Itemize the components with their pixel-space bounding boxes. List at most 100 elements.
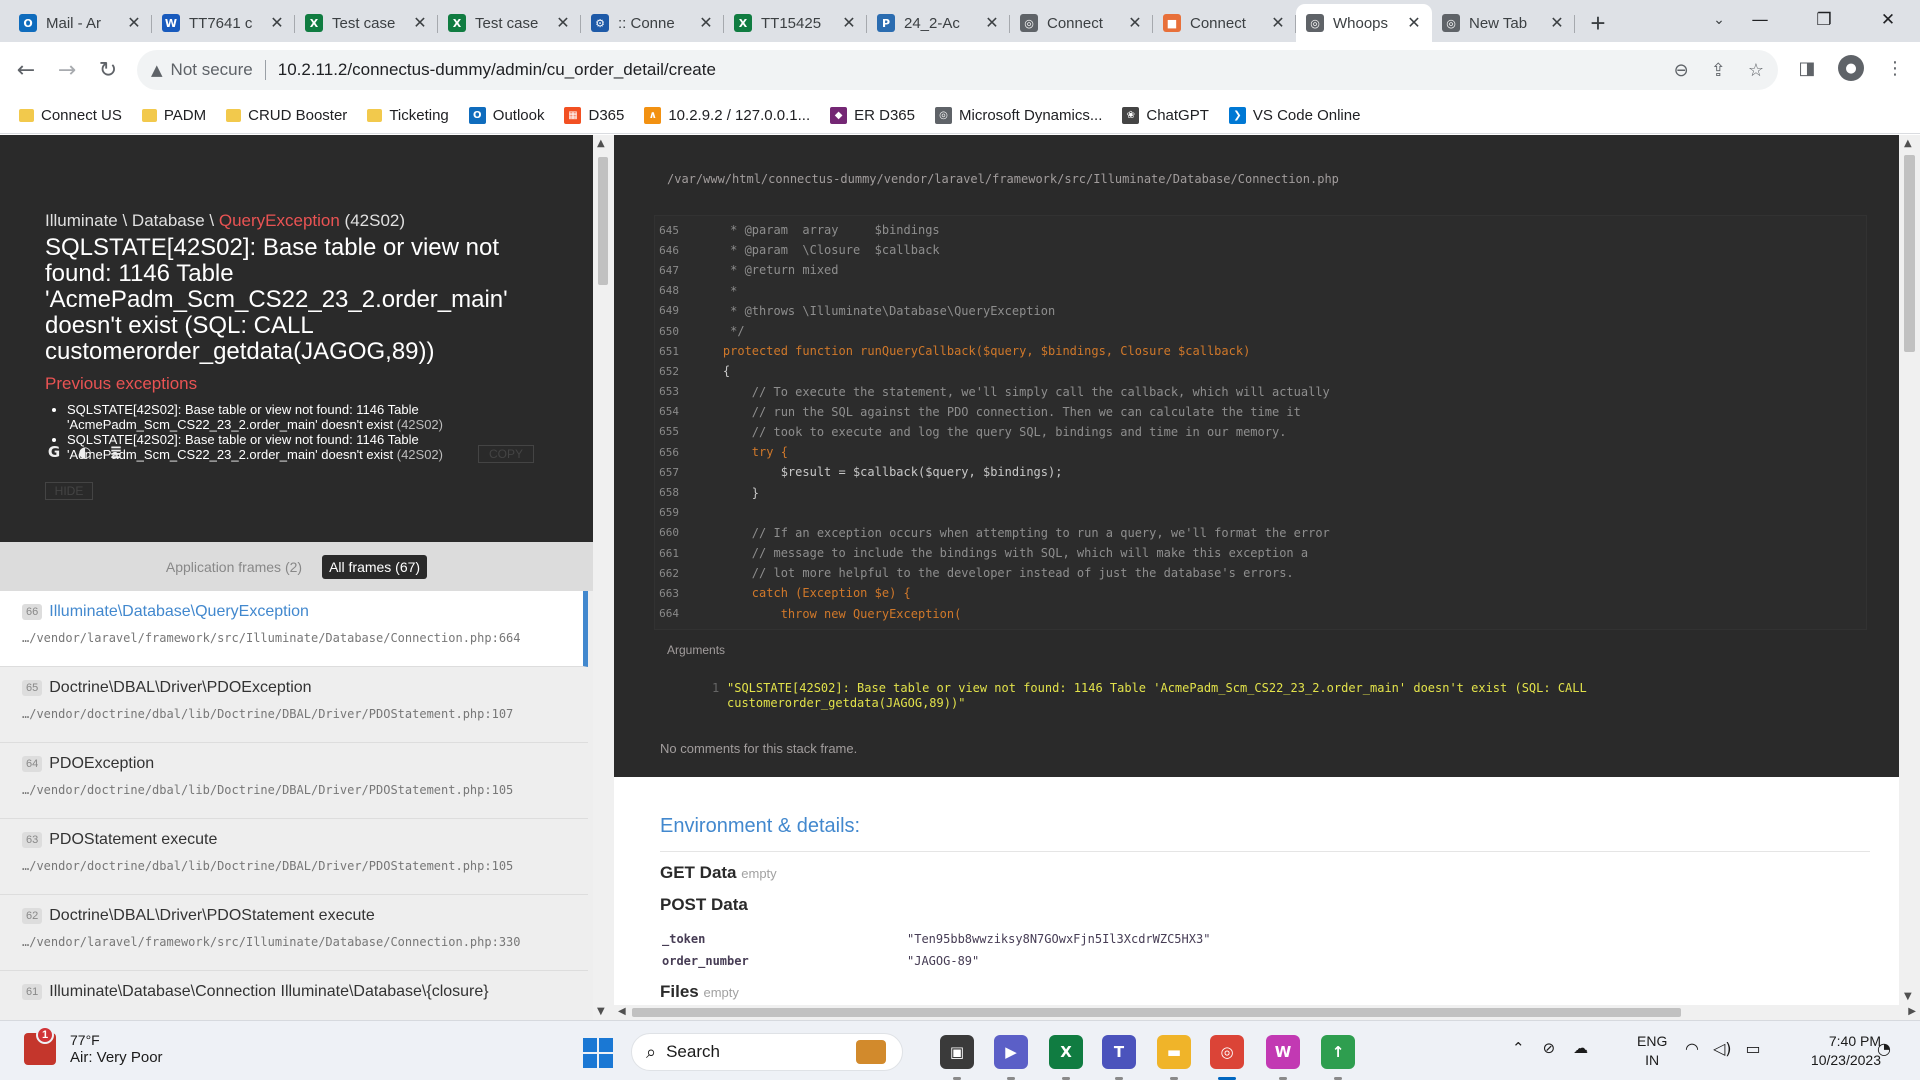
language-indicator[interactable]: ENG IN: [1637, 1032, 1667, 1070]
tab-close-icon[interactable]: ✕: [1549, 13, 1565, 33]
new-tab-button[interactable]: +: [1581, 6, 1615, 40]
scroll-right-icon[interactable]: ▶: [1908, 1006, 1916, 1017]
notification-icon[interactable]: ◔: [1877, 1039, 1891, 1058]
tab-close-icon[interactable]: ✕: [555, 13, 571, 33]
line-number: 652: [659, 364, 679, 378]
tab-close-icon[interactable]: ✕: [1127, 13, 1143, 33]
tab-close-icon[interactable]: ✕: [269, 13, 285, 33]
browser-tab[interactable]: X TT15425 ✕: [724, 4, 867, 42]
bookmark-item[interactable]: ▦ D365: [564, 107, 624, 124]
bookmark-label: VS Code Online: [1252, 107, 1361, 124]
stack-frame[interactable]: 65 Doctrine\DBAL\Driver\PDOException …/ven…: [0, 667, 588, 743]
browser-tab[interactable]: ◎ Connect ✕: [1010, 4, 1153, 42]
close-window-icon[interactable]: ✕: [1856, 0, 1920, 40]
exception-summary: Illuminate \ Database \ QueryException (…: [0, 135, 593, 542]
browser-tab[interactable]: X Test case ✕: [295, 4, 438, 42]
bookmark-item[interactable]: Ticketing: [367, 107, 449, 124]
forward-icon[interactable]: →: [50, 53, 84, 87]
meet-app-icon[interactable]: ▶: [994, 1035, 1028, 1080]
tab-close-icon[interactable]: ✕: [126, 13, 142, 33]
reload-icon[interactable]: ↻: [91, 53, 125, 87]
stack-frame[interactable]: 61 Illuminate\Database\Connection Illumin…: [0, 971, 588, 1020]
search-highlight-icon: [856, 1040, 886, 1064]
file-explorer-app-icon[interactable]: ▬: [1157, 1035, 1191, 1080]
scrollbar-thumb[interactable]: [632, 1008, 1681, 1017]
previous-exception-text: SQLSTATE[42S02]: Base table or view not …: [67, 402, 419, 432]
application-frames-tab[interactable]: Application frames (2): [166, 559, 302, 575]
scrollbar-thumb[interactable]: [1904, 155, 1915, 352]
scroll-down-icon[interactable]: ▼: [597, 1006, 605, 1017]
page-horizontal-scrollbar[interactable]: ◀ ▶: [614, 1005, 1920, 1020]
stack-frame[interactable]: 66 Illuminate\Database\QueryException …/ve…: [0, 591, 588, 667]
frames-scrollbar[interactable]: ▲ ▼: [593, 135, 614, 1020]
stack-frame[interactable]: 63 PDOStatement execute …/vendor/doctrine/…: [0, 819, 588, 895]
duckduckgo-search-icon[interactable]: ◐: [76, 443, 94, 461]
stackoverflow-search-icon[interactable]: ≣: [107, 443, 125, 461]
bookmark-item[interactable]: CRUD Booster: [226, 107, 347, 124]
tray-overflow-icon[interactable]: ⌃: [1512, 1039, 1525, 1057]
tab-close-icon[interactable]: ✕: [1270, 13, 1286, 33]
google-search-icon[interactable]: G: [45, 443, 63, 461]
tab-close-icon[interactable]: ✕: [841, 13, 857, 33]
stack-frame[interactable]: 64 PDOException …/vendor/doctrine/dbal/lib…: [0, 743, 588, 819]
taskbar-search[interactable]: ⌕ Search: [631, 1033, 903, 1071]
tray-network-off-icon[interactable]: ⊘: [1543, 1039, 1556, 1057]
tab-close-icon[interactable]: ✕: [698, 13, 714, 33]
bookmark-item[interactable]: Connect US: [19, 107, 122, 124]
browser-tab[interactable]: ⚙:: Conne ✕: [581, 4, 724, 42]
browser-tab[interactable]: W TT7641 c ✕: [152, 4, 295, 42]
scroll-up-icon[interactable]: ▲: [1904, 138, 1912, 149]
browser-tab[interactable]: X Test case ✕: [438, 4, 581, 42]
page-vertical-scrollbar[interactable]: ▲ ▼: [1899, 135, 1920, 1005]
weather-widget[interactable]: 1 77°F Air: Very Poor: [24, 1025, 163, 1066]
all-frames-tab[interactable]: All frames (67): [322, 554, 428, 579]
browser-tab[interactable]: O Mail - Ar ✕: [9, 4, 152, 42]
share-icon[interactable]: ⇪: [1711, 60, 1726, 81]
chrome-menu-icon[interactable]: ⋮: [1880, 53, 1910, 83]
chrome-app-icon[interactable]: ◎: [1210, 1035, 1244, 1080]
bookmark-item[interactable]: ◎ Microsoft Dynamics...: [935, 107, 1102, 124]
zoom-icon[interactable]: ⊖: [1674, 60, 1689, 81]
browser-tab[interactable]: ◎ New Tab ✕: [1432, 4, 1575, 42]
task-view-app-icon[interactable]: ▣: [940, 1035, 974, 1080]
bookmark-star-icon[interactable]: ☆: [1748, 60, 1764, 81]
pinned-app-icon[interactable]: W: [1266, 1035, 1300, 1080]
store-app-icon[interactable]: ↑: [1321, 1035, 1355, 1080]
bookmark-item[interactable]: O Outlook: [468, 107, 544, 124]
tab-close-icon[interactable]: ✕: [412, 13, 428, 33]
scrollbar-thumb[interactable]: [598, 157, 608, 285]
scroll-left-icon[interactable]: ◀: [618, 1006, 626, 1017]
clock[interactable]: 7:40 PM 10/23/2023: [1785, 1032, 1881, 1070]
excel-app-icon[interactable]: X: [1049, 1035, 1083, 1080]
bookmark-item[interactable]: PADM: [141, 107, 206, 124]
address-bar[interactable]: ▲ Not secure 10.2.11.2/connectus-dummy/a…: [137, 50, 1778, 90]
browser-tab[interactable]: ■ Connect ✕: [1153, 4, 1296, 42]
stack-frame[interactable]: 62 Doctrine\DBAL\Driver\PDOStatement exec…: [0, 895, 588, 971]
warning-icon[interactable]: ▲: [151, 61, 163, 79]
bookmark-item[interactable]: ❀ ChatGPT: [1122, 107, 1209, 124]
bookmark-item[interactable]: ❯ VS Code Online: [1228, 107, 1361, 124]
scroll-down-icon[interactable]: ▼: [1904, 991, 1912, 1002]
bookmark-item[interactable]: ◆ ER D365: [830, 107, 915, 124]
hide-button[interactable]: HIDE: [45, 482, 93, 500]
side-panel-icon[interactable]: ◨: [1792, 53, 1822, 83]
browser-tab[interactable]: ◎ Whoops ✕: [1296, 4, 1432, 42]
url-text[interactable]: 10.2.11.2/connectus-dummy/admin/cu_order…: [278, 60, 716, 80]
back-icon[interactable]: ←: [9, 53, 43, 87]
bookmark-label: CRUD Booster: [248, 107, 348, 124]
teams-app-icon[interactable]: T: [1102, 1035, 1136, 1080]
tray-cloud-icon[interactable]: ☁: [1573, 1039, 1588, 1057]
start-button[interactable]: [583, 1038, 613, 1068]
bookmark-item[interactable]: ∧ 10.2.9.2 / 127.0.0.1...: [644, 107, 810, 124]
minimize-icon[interactable]: —: [1728, 0, 1792, 40]
scroll-up-icon[interactable]: ▲: [597, 138, 605, 149]
copy-button[interactable]: COPY: [478, 445, 534, 463]
tab-close-icon[interactable]: ✕: [1406, 13, 1422, 33]
tab-close-icon[interactable]: ✕: [984, 13, 1000, 33]
browser-tab[interactable]: P 24_2-Ac ✕: [867, 4, 1010, 42]
quick-settings[interactable]: ◠ ◁) ▭: [1685, 1039, 1761, 1058]
security-label[interactable]: Not secure: [171, 60, 253, 80]
globe-icon: ◎: [1306, 14, 1324, 32]
restore-icon[interactable]: ❐: [1792, 0, 1856, 40]
profile-avatar-icon[interactable]: ●: [1838, 55, 1864, 81]
